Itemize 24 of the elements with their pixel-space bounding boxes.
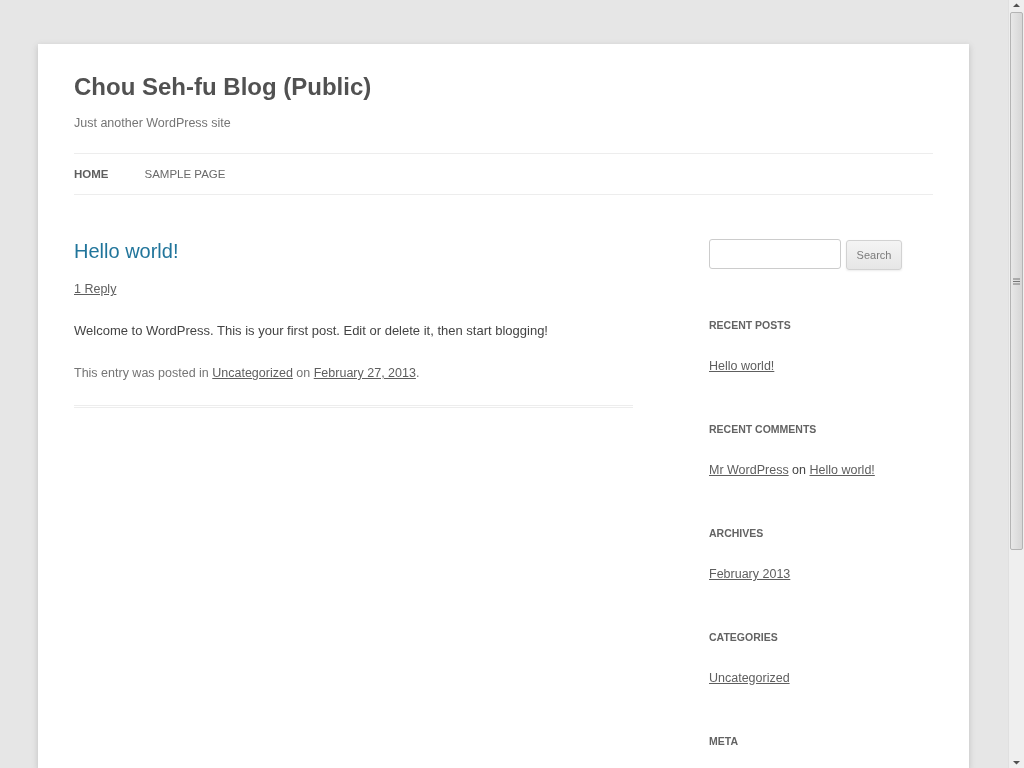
text-link[interactable]: February 2013 <box>709 567 791 581</box>
site-tagline: Just another WordPress site <box>74 115 232 131</box>
text-link[interactable]: Hello world! <box>709 359 775 373</box>
widget-title: RECENT COMMENTS <box>709 422 818 436</box>
site-title[interactable]: Chou Seh-fu Blog (Public) <box>74 72 933 102</box>
widget-title: RECENT POSTS <box>709 318 792 332</box>
widget-title: ARCHIVES <box>709 526 765 540</box>
post-title[interactable]: Hello world! <box>74 239 633 263</box>
search-field[interactable] <box>709 239 841 269</box>
scrollbar-thumb[interactable] <box>1010 12 1023 550</box>
post-meta: This entry was posted in Uncategorized on February 27, 2013. <box>74 365 421 382</box>
reply-link[interactable]: 1 Reply <box>74 282 117 296</box>
text-link[interactable]: Mr WordPress <box>709 463 789 477</box>
widget-title: META <box>709 734 739 748</box>
post-body: Welcome to WordPress. This is your first post. Edit or delete it, then start blogging! <box>74 322 549 340</box>
comment-entry: Mr WordPress on Hello world! <box>709 463 875 477</box>
text-link[interactable]: Uncategorized <box>212 366 293 380</box>
search-button[interactable]: Search <box>846 240 902 270</box>
nav-link[interactable]: SAMPLE PAGE <box>144 168 226 180</box>
text-link[interactable]: February 27, 2013 <box>313 366 416 380</box>
widget-title: CATEGORIES <box>709 630 779 644</box>
text-link[interactable]: Hello world! <box>809 463 875 477</box>
nav-link[interactable]: HOME <box>74 168 109 180</box>
text-link[interactable]: Uncategorized <box>709 671 790 685</box>
